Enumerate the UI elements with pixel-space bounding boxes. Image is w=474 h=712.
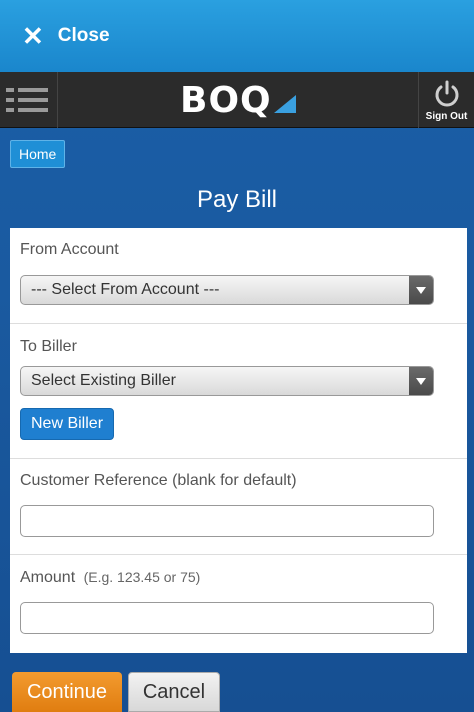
new-biller-button[interactable]: New Biller <box>20 408 115 440</box>
chevron-down-icon <box>409 367 433 395</box>
from-account-label: From Account <box>20 241 119 258</box>
close-button[interactable]: ✕ Close <box>22 23 110 49</box>
cancel-button[interactable]: Cancel <box>128 672 220 712</box>
sign-out-button[interactable]: Sign Out <box>418 72 474 128</box>
chevron-down-icon <box>409 276 433 304</box>
from-account-select[interactable]: --- Select From Account --- <box>20 275 434 305</box>
logo-text: BOQ <box>180 79 272 121</box>
continue-button[interactable]: Continue <box>12 672 122 712</box>
customer-reference-label: Customer Reference (blank for default) <box>20 472 297 489</box>
to-biller-value: Select Existing Biller <box>31 372 176 389</box>
amount-section: Amount (E.g. 123.45 or 75) <box>10 555 467 653</box>
from-account-value: --- Select From Account --- <box>31 281 220 298</box>
to-biller-label: To Biller <box>20 338 77 355</box>
customer-reference-input[interactable] <box>20 505 434 537</box>
to-biller-select[interactable]: Select Existing Biller <box>20 366 434 396</box>
boq-logo: BOQ <box>180 79 296 121</box>
sign-out-label: Sign Out <box>425 110 468 122</box>
breadcrumb-home[interactable]: Home <box>10 140 66 168</box>
power-icon <box>435 80 458 106</box>
amount-hint: (E.g. 123.45 or 75) <box>83 569 201 585</box>
amount-label-group: Amount (E.g. 123.45 or 75) <box>20 569 200 587</box>
top-bar: ✕ Close <box>0 0 474 72</box>
customer-reference-section: Customer Reference (blank for default) <box>10 459 467 555</box>
hamburger-menu-icon[interactable] <box>0 72 58 128</box>
close-label: Close <box>57 25 110 46</box>
to-biller-section: To Biller Select Existing Biller New Bil… <box>10 324 467 459</box>
amount-label: Amount <box>20 569 76 586</box>
logo-mark-icon <box>273 95 296 113</box>
pay-bill-form: From Account --- Select From Account ---… <box>10 228 467 653</box>
amount-input[interactable] <box>20 602 434 634</box>
from-account-section: From Account --- Select From Account --- <box>10 228 467 324</box>
page-title: Pay Bill <box>196 186 278 213</box>
app-header: BOQ Sign Out <box>0 72 474 128</box>
close-icon: ✕ <box>22 21 44 51</box>
